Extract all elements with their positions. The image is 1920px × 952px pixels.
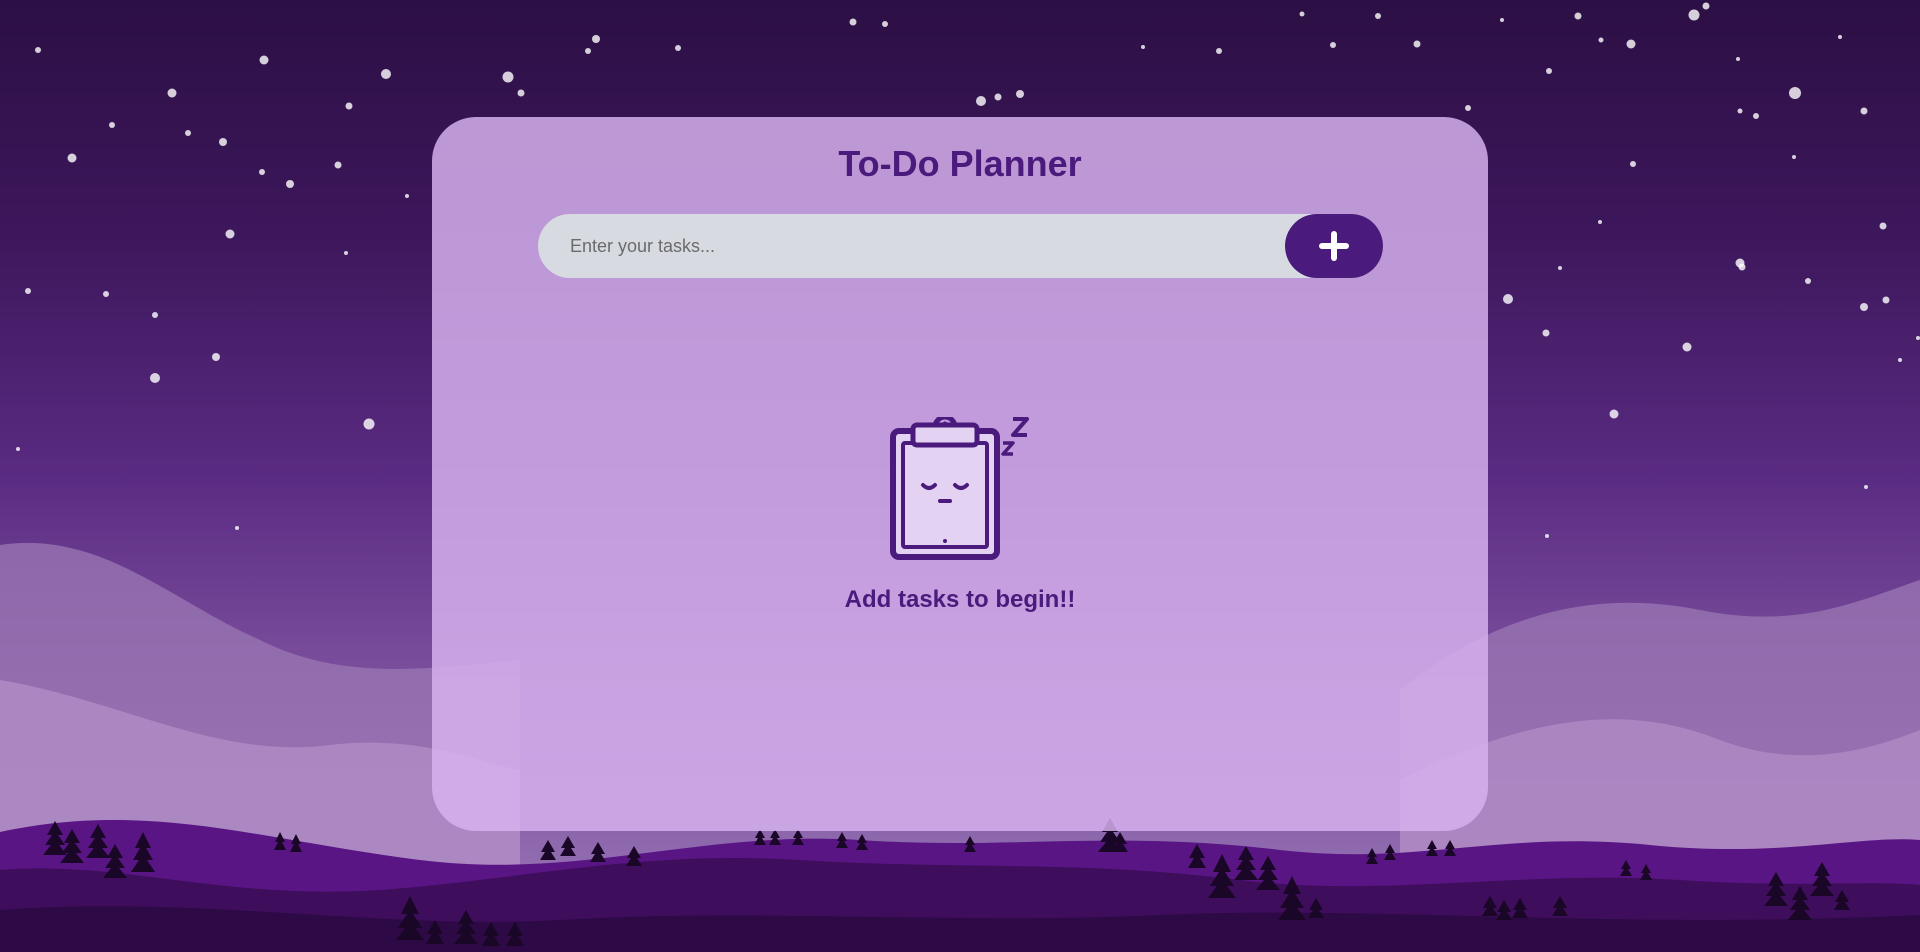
plus-icon	[1319, 231, 1349, 261]
add-task-button[interactable]	[1285, 214, 1383, 278]
task-input-bar	[538, 214, 1383, 278]
empty-state-message: Add tasks to begin!!	[844, 586, 1076, 613]
empty-state: Add tasks to begin!!	[432, 417, 1488, 614]
task-input[interactable]	[538, 214, 1298, 278]
todo-card: To-Do Planner Enter your tasks... Add ta…	[432, 117, 1488, 831]
night-landscape-background: To-Do Planner Enter your tasks... Add ta…	[0, 0, 1920, 952]
app-title: To-Do Planner	[838, 143, 1082, 184]
sleeping-clipboard-icon	[890, 417, 1029, 560]
